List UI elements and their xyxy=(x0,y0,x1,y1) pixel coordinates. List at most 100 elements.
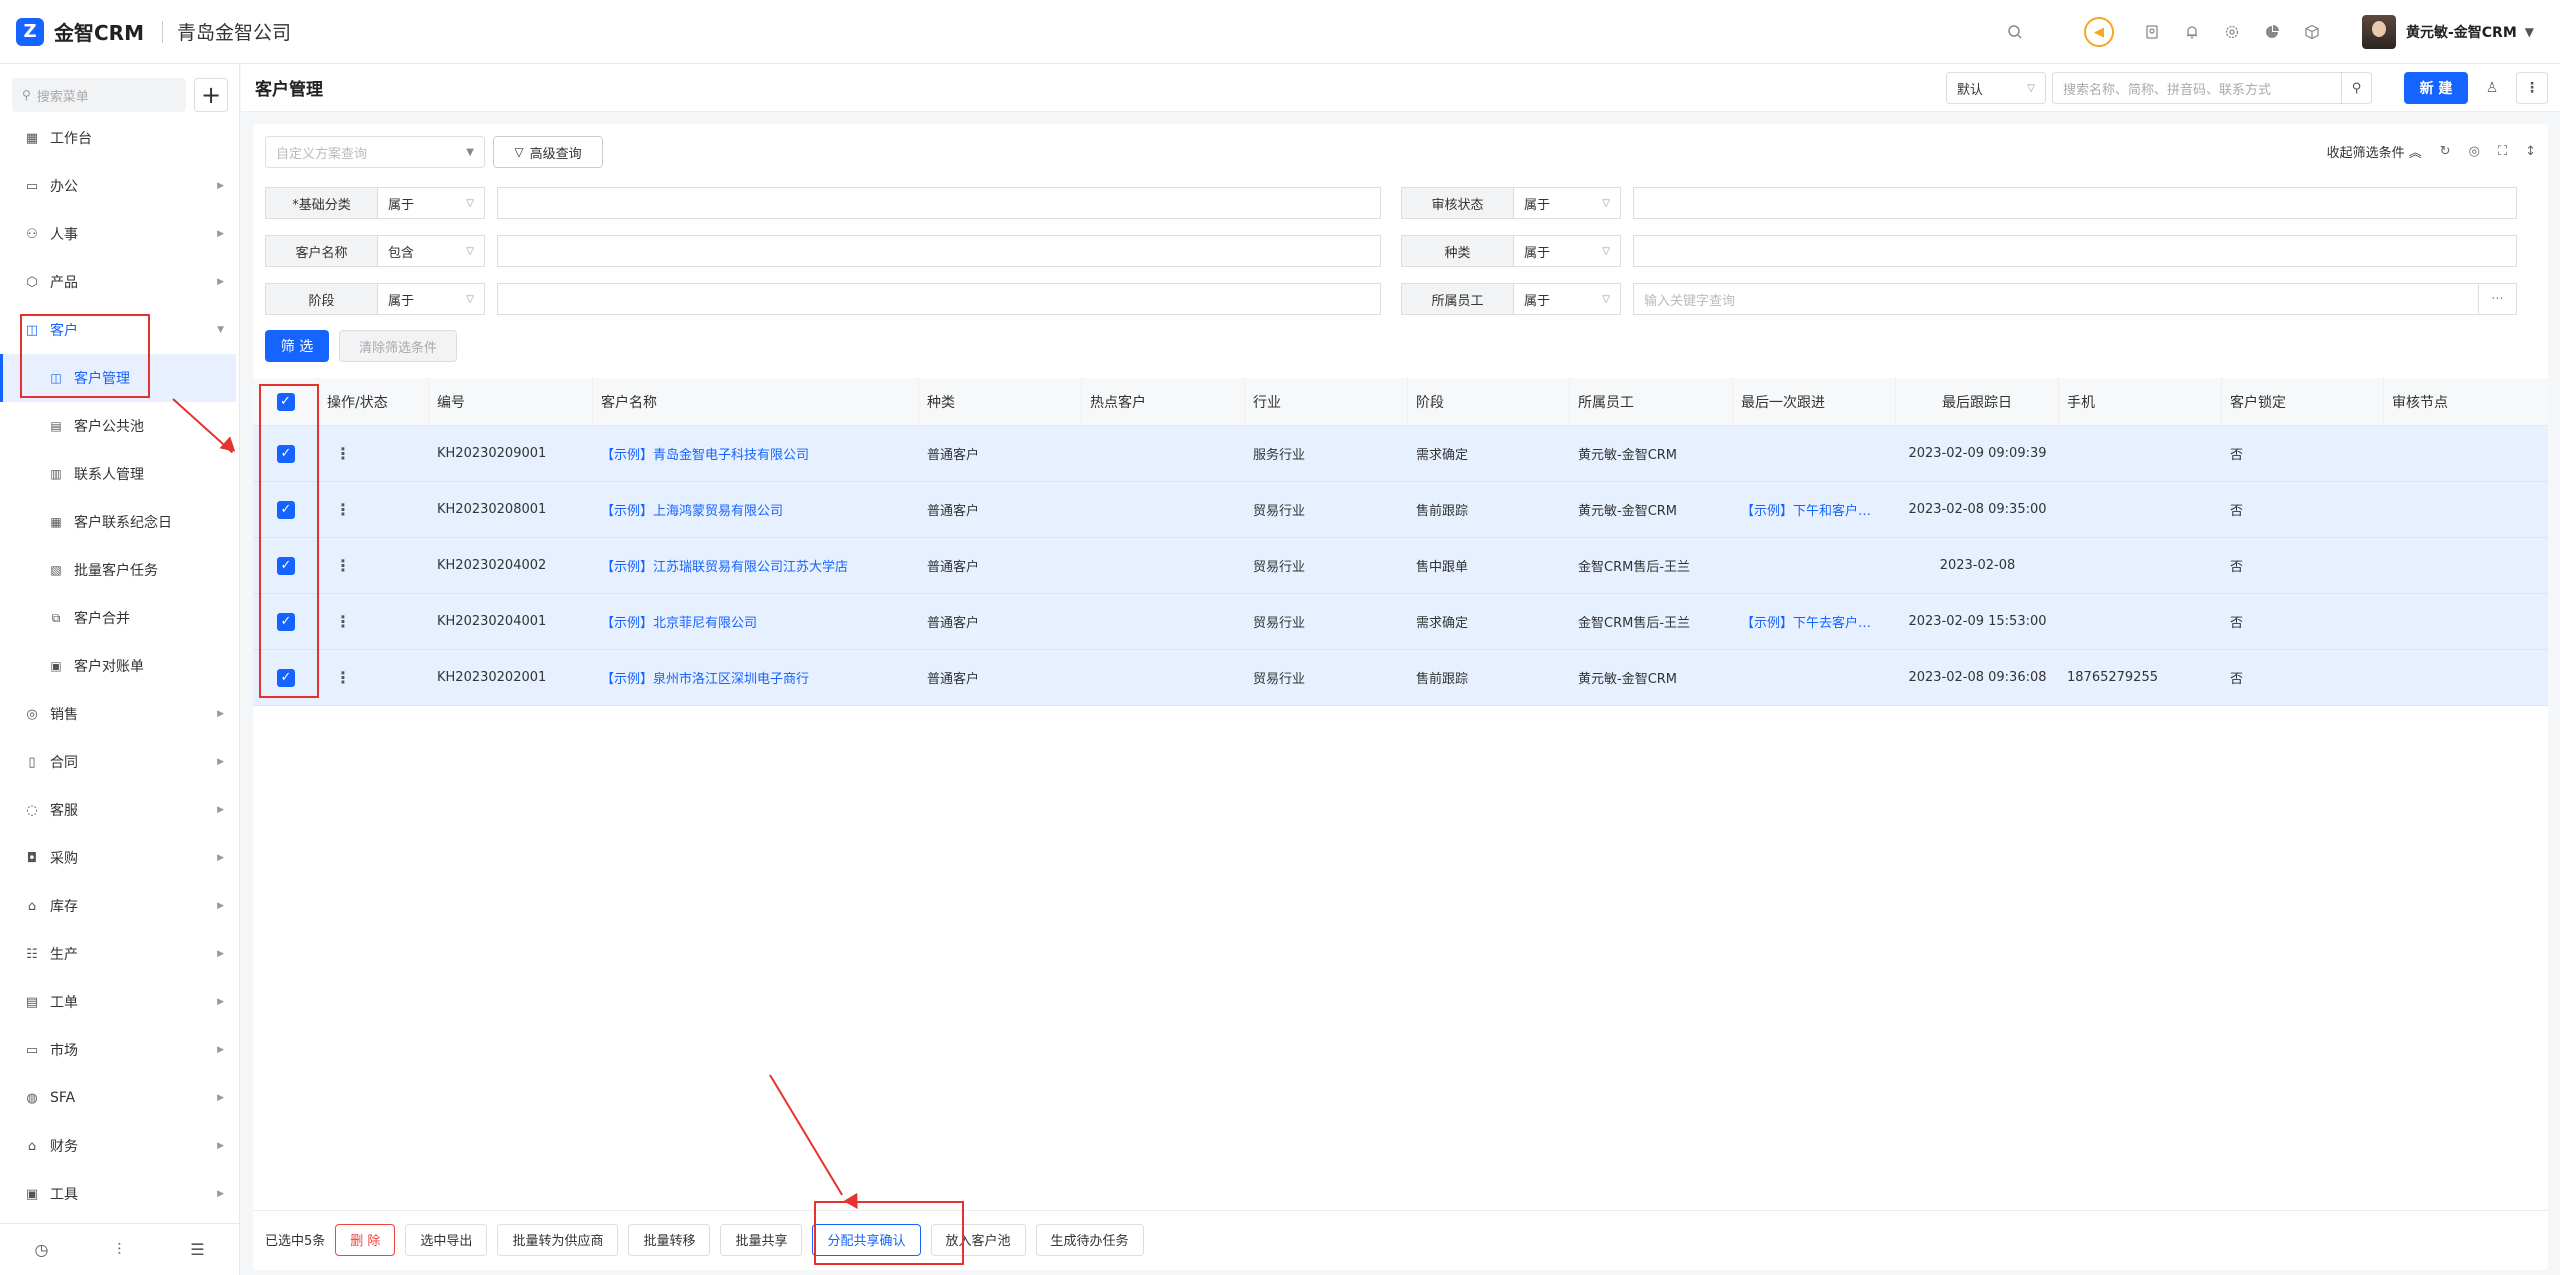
filter-operator-select[interactable]: 属于 ▽ xyxy=(377,187,485,219)
row-menu-icon[interactable]: ⋮ xyxy=(335,556,351,575)
last-follow-link[interactable]: 【示例】下午去客户… xyxy=(1733,594,1896,650)
sidebar-item-production[interactable]: ☷ 生产 ▶ xyxy=(0,930,236,978)
column-header[interactable]: 编号 xyxy=(429,377,593,426)
last-follow-link[interactable] xyxy=(1733,426,1896,482)
filter-value-input[interactable] xyxy=(497,283,1381,315)
megaphone-icon[interactable]: ◀︎ xyxy=(2083,17,2114,47)
customer-name-link[interactable]: 【示例】江苏瑞联贸易有限公司江苏大学店 xyxy=(593,538,919,594)
filter-settings-icon[interactable]: ⫶ xyxy=(117,1240,121,1260)
row-checkbox[interactable]: ✓ xyxy=(277,500,295,519)
row-height-icon[interactable]: ↕ xyxy=(2525,144,2536,159)
filter-button[interactable]: 筛 选 xyxy=(265,330,329,362)
sidebar-item-customer[interactable]: ◫ 客户 ▼ xyxy=(0,306,236,354)
row-checkbox[interactable]: ✓ xyxy=(277,668,295,687)
filter-operator-select[interactable]: 包含 ▽ xyxy=(377,235,485,267)
select-all-checkbox[interactable]: ✓ xyxy=(276,392,295,411)
sidebar-item-workorder[interactable]: ▤ 工单 ▶ xyxy=(0,978,236,1026)
column-header[interactable]: 所属员工 xyxy=(1570,377,1733,426)
cube-icon[interactable] xyxy=(2301,21,2323,43)
new-button[interactable]: 新 建 xyxy=(2404,72,2468,104)
filter-operator-select[interactable]: 属于 ▽ xyxy=(1513,187,1621,219)
refresh-icon[interactable]: ↻ xyxy=(2440,144,2451,159)
history-icon[interactable]: ◷ xyxy=(34,1240,48,1259)
row-checkbox[interactable]: ✓ xyxy=(277,556,295,575)
row-menu-icon[interactable]: ⋮ xyxy=(335,668,351,687)
scheme-select[interactable]: 自定义方案查询 ▼ xyxy=(265,136,485,168)
row-checkbox[interactable]: ✓ xyxy=(277,612,295,631)
filter-operator-select[interactable]: 属于 ▽ xyxy=(377,283,485,315)
sidebar-subitem-contacts[interactable]: ▥ 联系人管理 xyxy=(0,450,236,498)
more-options-icon[interactable]: ··· xyxy=(2479,283,2517,315)
sidebar-subitem-batch-tasks[interactable]: ▧ 批量客户任务 xyxy=(0,546,236,594)
column-header[interactable]: 阶段 xyxy=(1408,377,1570,426)
sidebar-subitem-customer-pool[interactable]: ▤ 客户公共池 xyxy=(0,402,236,450)
search-icon[interactable]: ⚲ xyxy=(2342,72,2372,104)
customer-name-link[interactable]: 【示例】青岛金智电子科技有限公司 xyxy=(593,426,919,482)
customer-name-link[interactable]: 【示例】北京菲尼有限公司 xyxy=(593,594,919,650)
sidebar-item-service[interactable]: ◌ 客服 ▶ xyxy=(0,786,236,834)
row-checkbox[interactable]: ✓ xyxy=(277,444,295,463)
export-selected-button[interactable]: 选中导出 xyxy=(405,1223,488,1256)
employee-search-input[interactable]: 输入关键字查询 xyxy=(1633,283,2479,315)
filter-value-input[interactable] xyxy=(1633,187,2517,219)
batch-transfer-button[interactable]: 批量转移 xyxy=(628,1223,711,1256)
customer-name-link[interactable]: 【示例】泉州市洛江区深圳电子商行 xyxy=(593,650,919,706)
batch-share-button[interactable]: 批量共享 xyxy=(720,1223,803,1256)
clear-filters-button[interactable]: 清除筛选条件 xyxy=(339,330,457,362)
sidebar-item-hr[interactable]: ⚇ 人事 ▶ xyxy=(0,210,236,258)
pie-chart-icon[interactable] xyxy=(2261,21,2283,43)
collapse-menu-icon[interactable]: ☰ xyxy=(190,1240,204,1259)
last-follow-link[interactable] xyxy=(1733,538,1896,594)
filter-operator-select[interactable]: 属于 ▽ xyxy=(1513,283,1621,315)
sidebar-subitem-anniversary[interactable]: ▦ 客户联系纪念日 xyxy=(0,498,236,546)
column-header[interactable]: 客户名称 xyxy=(593,377,919,426)
column-header[interactable]: 热点客户 xyxy=(1082,377,1245,426)
delete-button[interactable]: 删 除 xyxy=(335,1223,396,1256)
column-header[interactable]: 种类 xyxy=(919,377,1082,426)
table-row[interactable]: ✓ ⋮ KH20230204002 【示例】江苏瑞联贸易有限公司江苏大学店 普通客户 贸易… xyxy=(253,538,2548,594)
user-icon[interactable]: ♙ xyxy=(2476,72,2508,104)
sidebar-item-market[interactable]: ▭ 市场 ▶ xyxy=(0,1026,236,1074)
filter-value-input[interactable] xyxy=(1633,235,2517,267)
bell-icon[interactable] xyxy=(2181,21,2203,43)
last-follow-link[interactable]: 【示例】下午和客户… xyxy=(1733,482,1896,538)
column-header[interactable]: 最后一次跟进 xyxy=(1733,377,1896,426)
header-search-input[interactable]: 搜索名称、简称、拼音码、联系方式 xyxy=(2052,72,2342,104)
column-header[interactable]: 客户锁定 xyxy=(2222,377,2384,426)
sidebar-item-finance[interactable]: ⌂ 财务 ▶ xyxy=(0,1122,236,1170)
menu-search-input[interactable]: ⚲ 搜索菜单 xyxy=(12,78,186,112)
filter-value-input[interactable] xyxy=(497,187,1381,219)
contacts-icon[interactable] xyxy=(2141,21,2163,43)
sidebar-subitem-merge[interactable]: ⧉ 客户合并 xyxy=(0,594,236,642)
last-follow-link[interactable] xyxy=(1733,650,1896,706)
row-menu-icon[interactable]: ⋮ xyxy=(335,500,351,519)
settings-icon[interactable]: ◎ xyxy=(2469,144,2480,159)
sidebar-item-contract[interactable]: ▯ 合同 ▶ xyxy=(0,738,236,786)
sidebar-item-sales[interactable]: ◎ 销售 ▶ xyxy=(0,690,236,738)
more-icon[interactable]: ⋮ xyxy=(2516,72,2548,104)
row-menu-icon[interactable]: ⋮ xyxy=(335,444,351,463)
move-to-pool-button[interactable]: 放入客户池 xyxy=(930,1223,1026,1256)
table-row[interactable]: ✓ ⋮ KH20230204001 【示例】北京菲尼有限公司 普通客户 贸易行业 需求确定 金… xyxy=(253,594,2548,650)
gear-icon[interactable] xyxy=(2221,21,2243,43)
sidebar-item-tools[interactable]: ▣ 工具 ▶ xyxy=(0,1170,236,1218)
column-header[interactable]: 操作/状态 xyxy=(319,377,429,426)
sidebar-item-workbench[interactable]: ▦ 工作台 xyxy=(0,114,236,162)
sidebar-item-purchase[interactable]: ◘ 采购 ▶ xyxy=(0,834,236,882)
batch-to-supplier-button[interactable]: 批量转为供应商 xyxy=(497,1223,619,1256)
sidebar-item-inventory[interactable]: ⌂ 库存 ▶ xyxy=(0,882,236,930)
column-header[interactable]: 手机 xyxy=(2059,377,2222,426)
sidebar-item-sfa[interactable]: ◍ SFA ▶ xyxy=(0,1074,236,1122)
row-menu-icon[interactable]: ⋮ xyxy=(335,612,351,631)
sidebar-item-office[interactable]: ▭ 办公 ▶ xyxy=(0,162,236,210)
view-select[interactable]: 默认 ▽ xyxy=(1946,72,2046,104)
sidebar-subitem-customer-management[interactable]: ◫ 客户管理 xyxy=(0,354,236,402)
table-row[interactable]: ✓ ⋮ KH20230208001 【示例】上海鸿蒙贸易有限公司 普通客户 贸易行业 售前跟… xyxy=(253,482,2548,538)
create-todo-button[interactable]: 生成待办任务 xyxy=(1035,1223,1144,1256)
fullscreen-icon[interactable]: ⛶ xyxy=(2498,144,2507,159)
app-logo[interactable]: Z 金智CRM xyxy=(16,17,144,46)
table-row[interactable]: ✓ ⋮ KH20230202001 【示例】泉州市洛江区深圳电子商行 普通客户 贸易行业 售… xyxy=(253,650,2548,706)
user-menu[interactable]: 黄元敏-金智CRM ▼ xyxy=(2361,15,2534,49)
collapse-filters-link[interactable]: 收起筛选条件 ︽ xyxy=(2327,142,2422,161)
column-header[interactable]: 最后跟踪日 xyxy=(1896,377,2059,426)
